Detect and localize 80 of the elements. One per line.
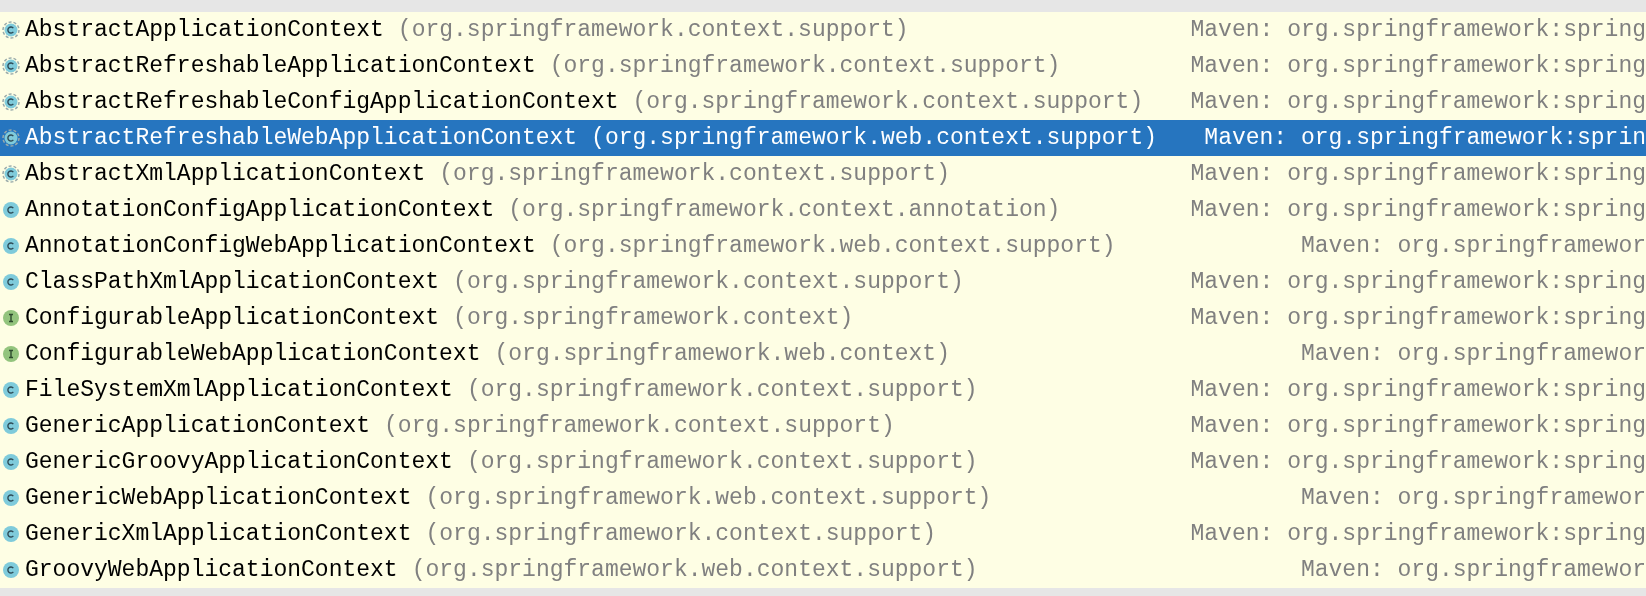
class-icon (2, 417, 20, 435)
library-name: Maven: org.springframework:spring (1190, 303, 1646, 333)
package-name: (org.springframework.web.context) (494, 339, 950, 369)
library-name: Maven: org.springframewor (1300, 555, 1646, 585)
class-name: AbstractRefreshableConfigApplicationContext (25, 87, 619, 117)
library-name: Maven: org.springframewor (1300, 483, 1646, 513)
class-name: AbstractXmlApplicationContext (25, 159, 426, 189)
package-name: (org.springframework.context.support) (397, 15, 909, 45)
class-name: AnnotationConfigWebApplicationContext (25, 231, 536, 261)
abstract-class-icon (2, 21, 20, 39)
abstract-class-icon (2, 57, 20, 75)
interface-icon (2, 309, 20, 327)
class-name: ConfigurableApplicationContext (25, 303, 440, 333)
package-name: (org.springframework.context.support) (466, 375, 978, 405)
abstract-class-icon (2, 129, 20, 147)
library-name: Maven: org.springframework:spring (1190, 267, 1646, 297)
list-item[interactable]: AbstractXmlApplicationContext (org.springframework.context.support) Maven: org.springframework:spring (0, 156, 1646, 192)
class-name: AbstractApplicationContext (25, 15, 384, 45)
library-name: Maven: org.springframework:spring (1190, 87, 1646, 117)
package-name: (org.springframework.web.context.support) (549, 231, 1116, 261)
list-item[interactable]: AbstractRefreshableApplicationContext (org.springframework.context.support) Maven: org.springframework:spring (0, 48, 1646, 84)
class-icon (2, 201, 20, 219)
class-name: AbstractRefreshableApplicationContext (25, 51, 536, 81)
package-name: (org.springframework.context.support) (425, 519, 937, 549)
library-name: Maven: org.springframewor (1300, 231, 1646, 261)
class-name: GenericWebApplicationContext (25, 483, 412, 513)
class-icon (2, 453, 20, 471)
library-name: Maven: org.springframework:spring (1190, 51, 1646, 81)
package-name: (org.springframework.context.support) (466, 447, 978, 477)
class-name: FileSystemXmlApplicationContext (25, 375, 453, 405)
interface-icon (2, 345, 20, 363)
package-name: (org.springframework.context.support) (632, 87, 1144, 117)
list-item[interactable]: GenericApplicationContext (org.springframework.context.support) Maven: org.springframework:spring (0, 408, 1646, 444)
class-icon (2, 561, 20, 579)
class-icon (2, 381, 20, 399)
abstract-class-icon (2, 165, 20, 183)
package-name: (org.springframework.context.support) (453, 267, 964, 297)
library-name: Maven: org.springframework:spring (1190, 411, 1646, 441)
library-name: Maven: org.springframework:spring (1190, 519, 1646, 549)
class-icon (2, 489, 20, 507)
library-name: Maven: org.springframework:spring (1190, 447, 1646, 477)
list-item[interactable]: AbstractRefreshableWebApplicationContext (org.springframework.web.context.support) Maven: org.springframework:sprin (0, 120, 1646, 156)
library-name: Maven: org.springframework:spring (1190, 159, 1646, 189)
list-item[interactable]: AbstractRefreshableConfigApplicationContext (org.springframework.context.support) Maven: org.springframework:spring (0, 84, 1646, 120)
package-name: (org.springframework.web.context.support) (425, 483, 992, 513)
list-item[interactable]: ConfigurableApplicationContext (org.springframework.context) Maven: org.springframework:spring (0, 300, 1646, 336)
list-item[interactable]: ConfigurableWebApplicationContext (org.springframework.web.context) Maven: org.springframewor (0, 336, 1646, 372)
package-name: (org.springframework.web.context.support) (411, 555, 978, 585)
list-item[interactable]: GenericXmlApplicationContext (org.springframework.context.support) Maven: org.springframework:spring (0, 516, 1646, 552)
list-item[interactable]: GenericWebApplicationContext (org.springframework.web.context.support) Maven: org.springframewor (0, 480, 1646, 516)
list-item[interactable]: FileSystemXmlApplicationContext (org.springframework.context.support) Maven: org.springframework:spring (0, 372, 1646, 408)
list-item[interactable]: AnnotationConfigWebApplicationContext (org.springframework.web.context.support) Maven: org.springframewor (0, 228, 1646, 264)
package-name: (org.springframework.context) (453, 303, 854, 333)
package-name: (org.springframework.context.support) (384, 411, 895, 441)
abstract-class-icon (2, 93, 20, 111)
class-name: AnnotationConfigApplicationContext (25, 195, 495, 225)
package-name: (org.springframework.context.annotation) (508, 195, 1061, 225)
class-name: GenericXmlApplicationContext (25, 519, 412, 549)
class-icon (2, 273, 20, 291)
package-name: (org.springframework.context.support) (549, 51, 1061, 81)
package-name: (org.springframework.web.context.support) (591, 123, 1157, 153)
package-name: (org.springframework.context.support) (439, 159, 950, 189)
list-item[interactable]: AnnotationConfigApplicationContext (org.springframework.context.annotation) Maven: org.springframework:spring (0, 192, 1646, 228)
class-name: ConfigurableWebApplicationContext (25, 339, 481, 369)
library-name: Maven: org.springframework:sprin (1204, 123, 1646, 153)
list-item[interactable]: GroovyWebApplicationContext (org.springframework.web.context.support) Maven: org.springframewor (0, 552, 1646, 588)
list-item[interactable]: GenericGroovyApplicationContext (org.springframework.context.support) Maven: org.springframework:spring (0, 444, 1646, 480)
class-icon (2, 237, 20, 255)
library-name: Maven: org.springframewor (1300, 339, 1646, 369)
class-icon (2, 525, 20, 543)
list-item[interactable]: ClassPathXmlApplicationContext (org.springframework.context.support) Maven: org.springframework:spring (0, 264, 1646, 300)
class-name: GroovyWebApplicationContext (25, 555, 398, 585)
list-item[interactable]: AbstractApplicationContext (org.springframework.context.support) Maven: org.springframework:spring (0, 12, 1646, 48)
class-name: ClassPathXmlApplicationContext (25, 267, 440, 297)
class-name: AbstractRefreshableWebApplicationContext (25, 123, 578, 153)
library-name: Maven: org.springframework:spring (1190, 15, 1646, 45)
class-name: GenericGroovyApplicationContext (25, 447, 453, 477)
class-name: GenericApplicationContext (25, 411, 371, 441)
library-name: Maven: org.springframework:spring (1190, 195, 1646, 225)
library-name: Maven: org.springframework:spring (1190, 375, 1646, 405)
